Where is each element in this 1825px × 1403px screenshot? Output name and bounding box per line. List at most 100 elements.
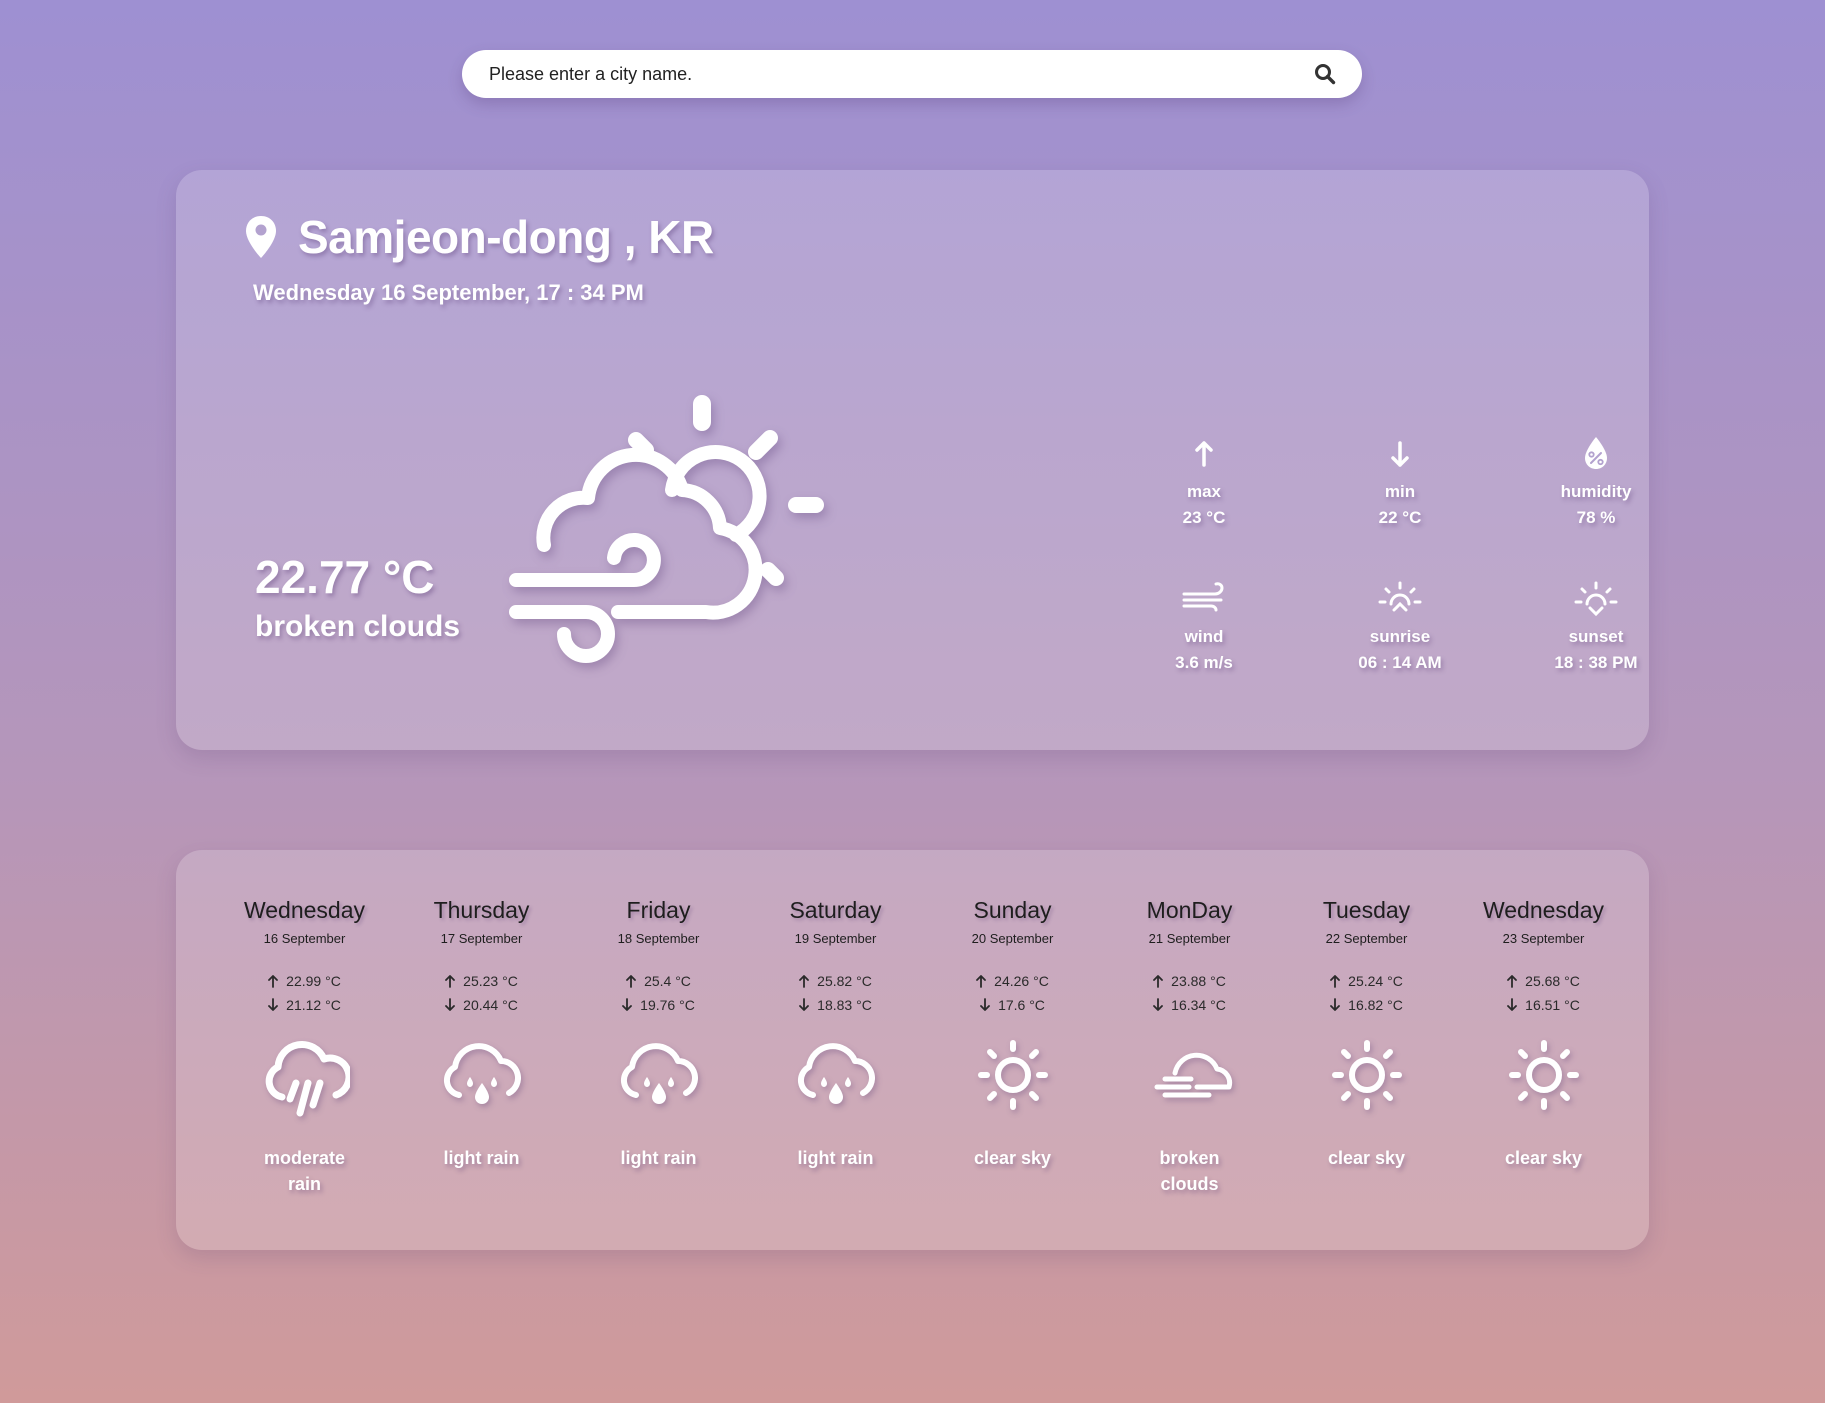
search-button[interactable] — [1310, 59, 1340, 89]
forecast-max-value: 25.24 °C — [1348, 973, 1403, 989]
sunset-icon — [1574, 581, 1618, 616]
arrow-down-icon — [1391, 441, 1409, 467]
forecast-day: Wednesday 16 September 22.99 °C 21.12 °C… — [216, 895, 393, 1197]
arrow-up-icon — [1153, 975, 1164, 988]
forecast-day: Friday 18 September 25.4 °C 19.76 °C lig… — [570, 895, 747, 1197]
forecast-icon-slot — [1145, 1035, 1235, 1125]
sunrise-icon — [1378, 581, 1422, 612]
arrow-down-icon — [445, 998, 456, 1011]
forecast-max: 25.4 °C — [626, 969, 691, 993]
arrow-up-icon — [626, 975, 636, 988]
arrow-up-icon — [1330, 975, 1341, 988]
forecast-max: 24.26 °C — [976, 969, 1049, 993]
forecast-min: 18.83 °C — [799, 993, 872, 1017]
forecast-icon-slot — [791, 1035, 881, 1125]
forecast-icon-slot — [614, 1035, 704, 1125]
forecast-day: Wednesday 23 September 25.68 °C 16.51 °C… — [1455, 895, 1632, 1197]
forecast-row: Wednesday 16 September 22.99 °C 21.12 °C… — [216, 895, 1632, 1197]
forecast-day-name: Wednesday — [1482, 897, 1605, 923]
light-rain-icon — [797, 1043, 875, 1104]
forecast-min-value: 16.51 °C — [1525, 997, 1580, 1013]
wind-cloud-sun-icon — [509, 395, 824, 663]
current-weather-card: Samjeon-dong , KR Wednesday 16 September… — [176, 170, 1649, 750]
sun-icon — [977, 1040, 1048, 1110]
forecast-max-value: 22.99 °C — [286, 973, 341, 989]
weather-stats-grid: max 23 °C min 22 °C humidity 78 % wind 3… — [1106, 435, 1696, 725]
forecast-max: 25.23 °C — [445, 969, 518, 993]
arrow-up-icon — [1195, 441, 1213, 467]
forecast-max-value: 25.82 °C — [817, 973, 872, 989]
sun-icon — [1508, 1040, 1579, 1110]
stat-label: wind — [1184, 627, 1224, 646]
stat-label: humidity — [1560, 482, 1632, 501]
forecast-min: 16.82 °C — [1330, 993, 1403, 1017]
forecast-date: 20 September — [971, 931, 1054, 946]
forecast-date: 17 September — [440, 931, 523, 946]
arrow-up-icon — [268, 975, 279, 988]
location-name: Samjeon-dong , KR — [298, 211, 714, 263]
forecast-icon-slot — [1499, 1035, 1589, 1125]
arrow-down-icon — [1330, 998, 1341, 1011]
forecast-max-value: 24.26 °C — [994, 973, 1049, 989]
wind-icon — [1182, 582, 1224, 612]
sun-icon — [1331, 1040, 1402, 1110]
stat-sunset: sunset 18 : 38 PM — [1498, 580, 1694, 725]
forecast-day: Thursday 17 September 25.23 °C 20.44 °C … — [393, 895, 570, 1197]
forecast-day: Saturday 19 September 25.82 °C 18.83 °C … — [747, 895, 924, 1197]
current-description: broken clouds — [255, 610, 461, 643]
arrow-up-icon — [445, 975, 456, 988]
stat-value: 06 : 14 AM — [1358, 653, 1442, 672]
forecast-max-value: 25.23 °C — [463, 973, 518, 989]
arrow-down-icon — [622, 998, 633, 1011]
stat-label: sunrise — [1369, 627, 1431, 646]
location-pin-icon — [246, 216, 276, 258]
forecast-min-value: 16.34 °C — [1171, 997, 1226, 1013]
forecast-max-value: 25.68 °C — [1525, 973, 1580, 989]
stat-min: min 22 °C — [1302, 435, 1498, 580]
forecast-min: 16.51 °C — [1507, 993, 1580, 1017]
forecast-min-value: 18.83 °C — [817, 997, 872, 1013]
forecast-max: 25.24 °C — [1330, 969, 1403, 993]
stat-value: 23 °C — [1182, 508, 1226, 527]
forecast-min-value: 20.44 °C — [463, 997, 518, 1013]
forecast-min: 19.76 °C — [622, 993, 695, 1017]
arrow-down-icon — [1153, 998, 1164, 1011]
forecast-description: moderate rain — [263, 1148, 346, 1194]
arrow-down-icon — [799, 998, 810, 1011]
forecast-day: Tuesday 22 September 25.24 °C 16.82 °C c… — [1278, 895, 1455, 1197]
forecast-description: clear sky — [973, 1148, 1052, 1168]
arrow-up-icon — [976, 975, 987, 988]
city-search-input[interactable] — [487, 62, 1310, 86]
forecast-day: MonDay 21 September 23.88 °C 16.34 °C br… — [1101, 895, 1278, 1197]
forecast-min-value: 17.6 °C — [998, 997, 1045, 1013]
forecast-day-name: Wednesday — [243, 897, 366, 923]
arrow-down-icon — [1507, 998, 1518, 1011]
forecast-day-name: Saturday — [789, 897, 882, 923]
forecast-date: 22 September — [1325, 931, 1408, 946]
forecast-description: light rain — [797, 1148, 874, 1168]
forecast-date: 18 September — [617, 931, 700, 946]
location-row: Samjeon-dong , KR — [244, 210, 714, 264]
forecast-day-name: Thursday — [433, 897, 530, 923]
stat-max: max 23 °C — [1106, 435, 1302, 580]
stat-value: 78 % — [1576, 508, 1616, 527]
stat-value: 18 : 38 PM — [1554, 653, 1638, 672]
forecast-description: light rain — [620, 1148, 697, 1168]
forecast-date: 19 September — [794, 931, 877, 946]
cloud-fog-icon — [1154, 1052, 1232, 1098]
stat-value: 22 °C — [1378, 508, 1422, 527]
forecast-min-value: 19.76 °C — [640, 997, 695, 1013]
forecast-card: Wednesday 16 September 22.99 °C 21.12 °C… — [176, 850, 1649, 1250]
forecast-description: light rain — [443, 1148, 520, 1168]
forecast-description: clear sky — [1327, 1148, 1406, 1168]
forecast-min: 17.6 °C — [980, 993, 1045, 1017]
forecast-min: 20.44 °C — [445, 993, 518, 1017]
forecast-description: broken clouds — [1159, 1148, 1220, 1194]
forecast-day-name: Tuesday — [1322, 897, 1411, 923]
forecast-max-value: 23.88 °C — [1171, 973, 1226, 989]
forecast-icon-slot — [437, 1035, 527, 1125]
arrow-up-icon — [1507, 975, 1518, 988]
stat-label: sunset — [1568, 627, 1624, 646]
forecast-max: 23.88 °C — [1153, 969, 1226, 993]
forecast-description: clear sky — [1504, 1148, 1583, 1168]
